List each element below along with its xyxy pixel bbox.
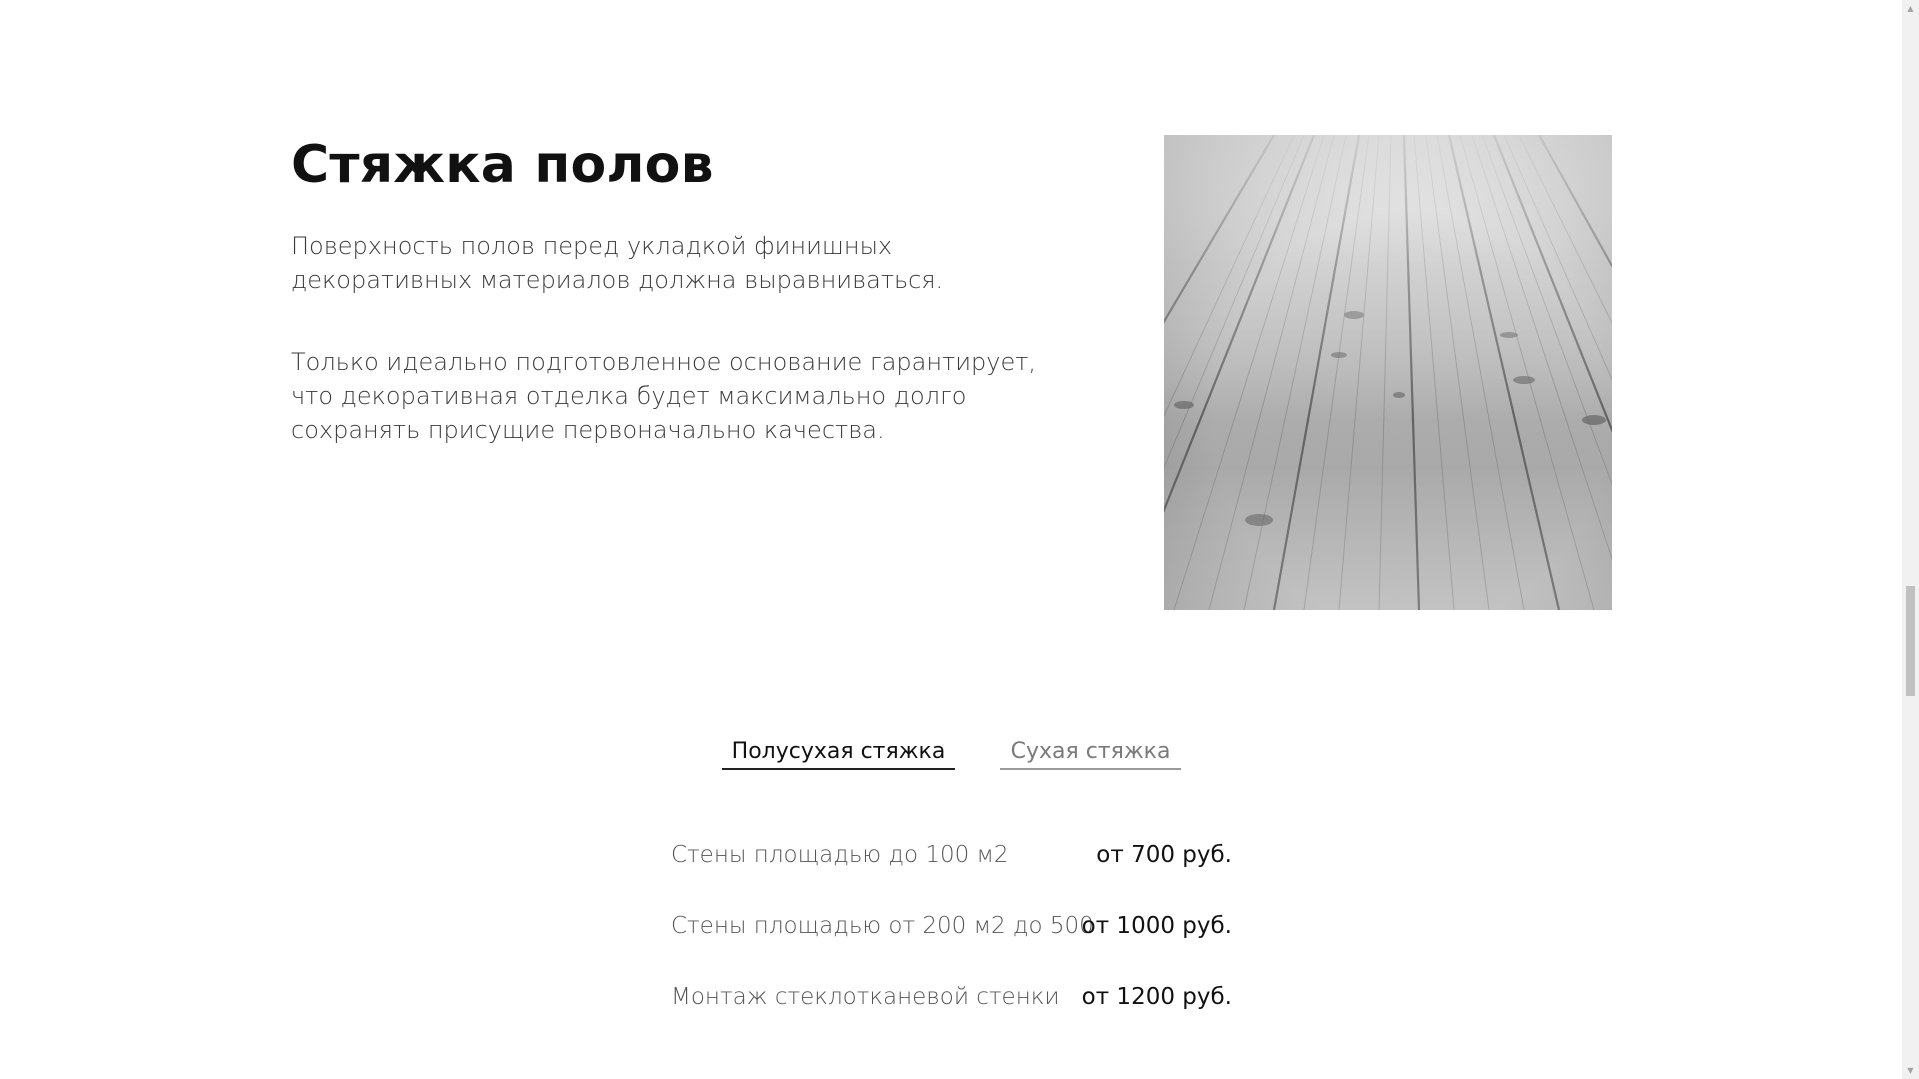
page: Стяжка полов Поверхность полов перед укл…	[0, 0, 1919, 1079]
section-title: Стяжка полов	[291, 135, 714, 195]
scrollbar-thumb[interactable]	[1906, 586, 1915, 696]
price-item-name: Монтаж стеклотканевой стенки	[671, 984, 1060, 1010]
vertical-scrollbar[interactable]: ▲ ▼	[1902, 0, 1919, 1079]
price-row: Стены площадью от 200 м2 до 500 от 1000 …	[671, 906, 1232, 977]
quality-paragraph: Только идеально подготовленное основание…	[291, 348, 1037, 444]
tab-dry-screed[interactable]: Сухая стяжка	[1000, 736, 1181, 770]
price-item-value: от 1000 руб.	[1081, 913, 1232, 939]
wooden-floor-photo	[1164, 135, 1612, 610]
scroll-up-arrow-icon[interactable]: ▲	[1902, 0, 1919, 17]
price-row: Стены площадью до 100 м2 от 700 руб.	[671, 835, 1232, 906]
intro-paragraph: Поверхность полов перед укладкой финишны…	[291, 232, 944, 294]
price-item-name: Стены площадью от 200 м2 до 500	[671, 913, 1094, 939]
price-item-name: Стены площадью до 100 м2	[671, 842, 1009, 868]
price-row: Монтаж стеклотканевой стенки от 1200 руб…	[671, 977, 1232, 1048]
price-item-value: от 700 руб.	[1096, 842, 1232, 868]
price-item-value: от 1200 руб.	[1081, 984, 1232, 1010]
tab-semi-dry-screed[interactable]: Полусухая стяжка	[722, 736, 955, 770]
scroll-down-arrow-icon[interactable]: ▼	[1902, 1062, 1919, 1079]
price-list: Стены площадью до 100 м2 от 700 руб. Сте…	[671, 835, 1232, 1048]
